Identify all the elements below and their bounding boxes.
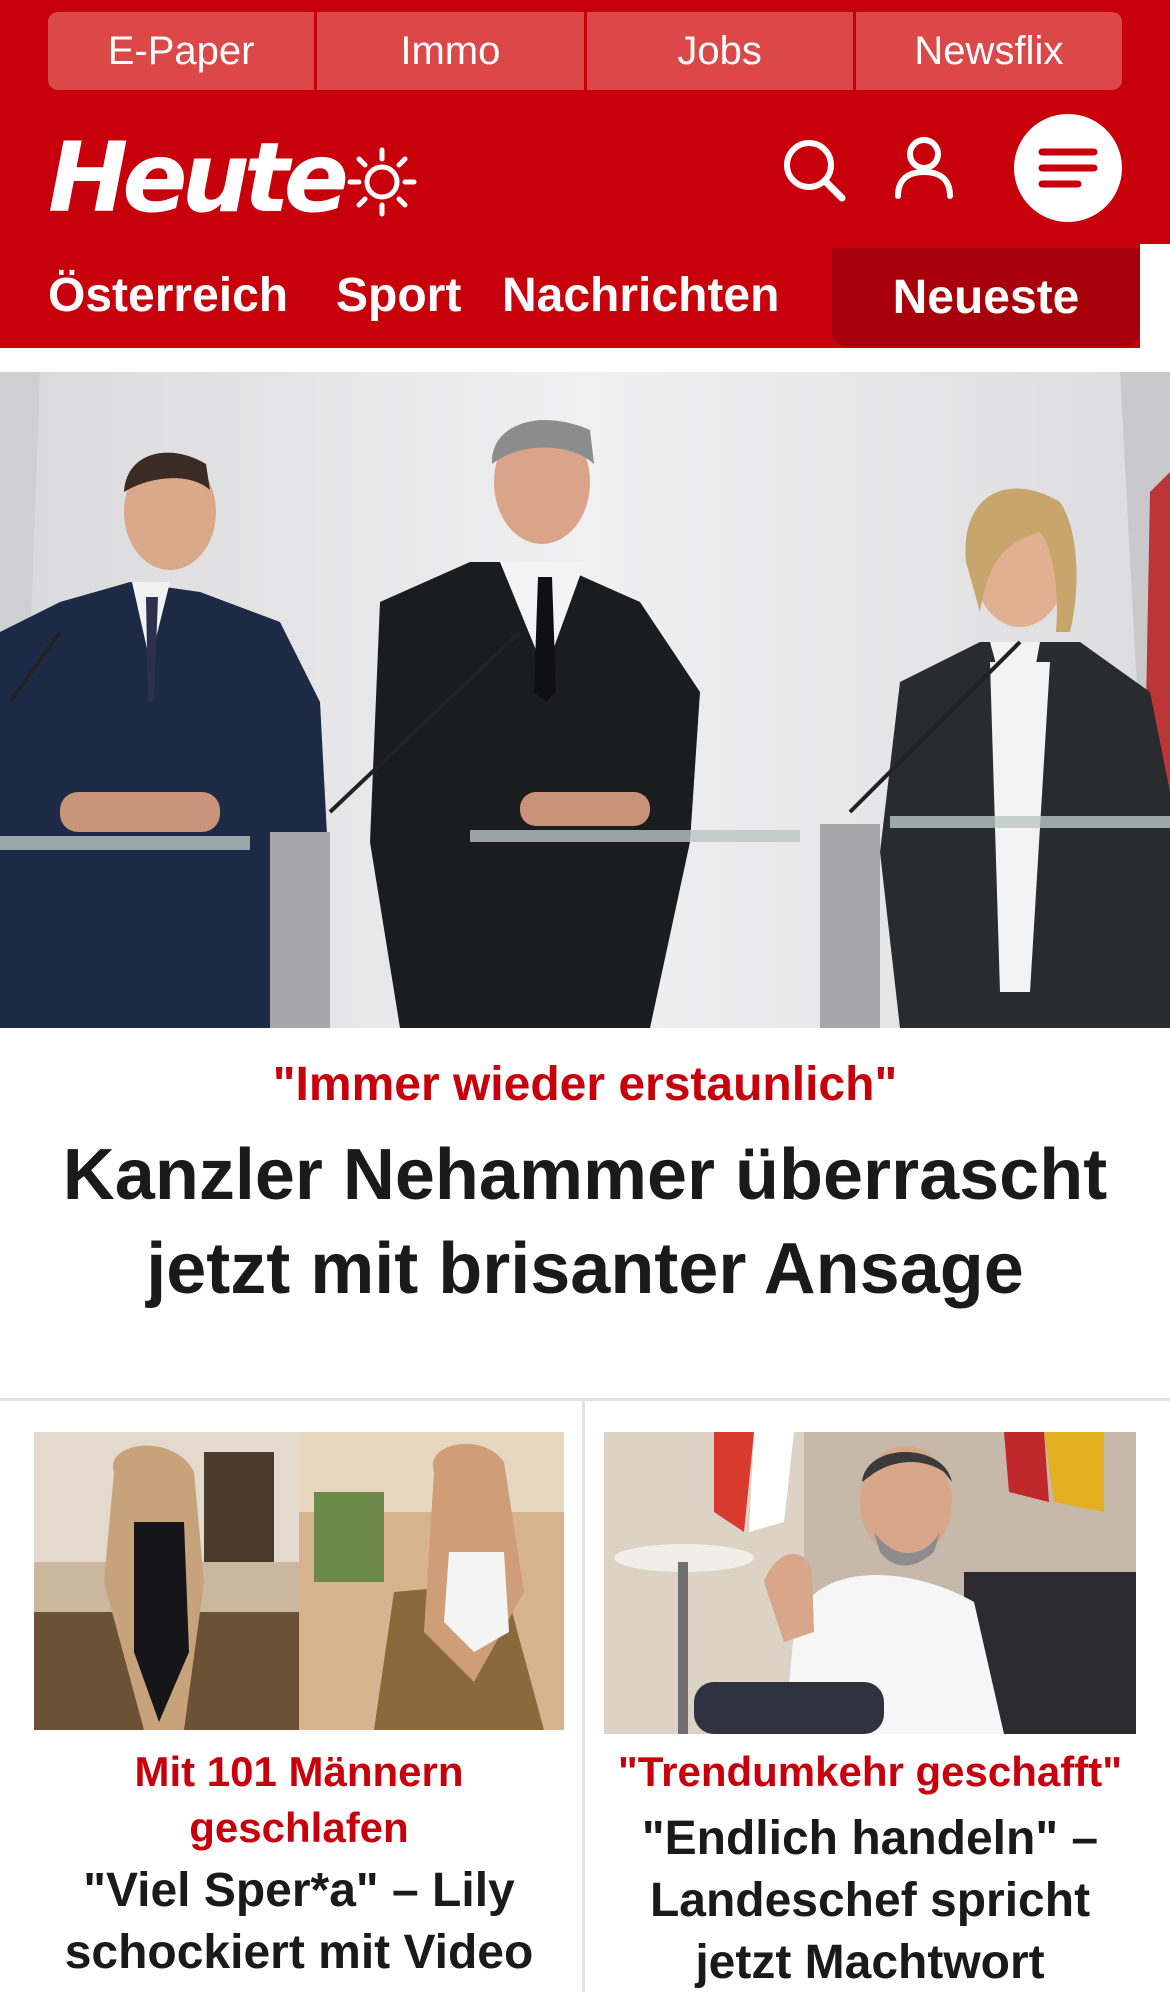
nav-item-neueste[interactable]: Neueste (832, 248, 1140, 346)
article-image-left[interactable] (34, 1432, 564, 1730)
article-image-right[interactable] (604, 1432, 1136, 1734)
service-link-immo[interactable]: Immo (317, 12, 587, 90)
search-icon[interactable] (778, 134, 850, 206)
nav-item-nachrichten[interactable]: Nachrichten (502, 266, 779, 326)
sun-icon[interactable] (346, 146, 418, 218)
service-bar: E-Paper Immo Jobs Newsflix (48, 12, 1122, 90)
service-link-newsflix[interactable]: Newsflix (855, 12, 1122, 90)
nav-item-oesterreich[interactable]: Österreich (48, 266, 288, 326)
user-icon[interactable] (888, 132, 960, 204)
section-divider (0, 1398, 1170, 1401)
hamburger-menu-icon[interactable] (1014, 114, 1122, 222)
header-notch (1140, 244, 1170, 348)
nav-item-sport[interactable]: Sport (336, 266, 461, 326)
site-header: E-Paper Immo Jobs Newsflix Heute Österre… (0, 0, 1170, 348)
card-headline-right[interactable]: "Endlich handeln" – Landeschef spricht j… (604, 1808, 1136, 1992)
hero-kicker: "Immer wieder erstaunlich" (272, 1058, 898, 1111)
hero-image[interactable] (0, 372, 1170, 1028)
service-link-jobs[interactable]: Jobs (586, 12, 856, 90)
card-headline-left[interactable]: "Viel Sper*a" – Lily schockiert mit Vide… (34, 1860, 564, 1984)
hero-headline[interactable]: Kanzler Nehammer überrascht jetzt mit br… (30, 1128, 1140, 1316)
column-divider (582, 1401, 585, 1992)
site-logo[interactable]: Heute (48, 122, 349, 234)
card-kicker-right: "Trendumkehr geschafft" (617, 1748, 1123, 1795)
service-link-epaper[interactable]: E-Paper (48, 12, 318, 90)
main-nav: Österreich Sport Nachrichten Neueste (0, 248, 1170, 348)
card-kicker-left: Mit 101 Männern geschlafen (134, 1748, 464, 1851)
